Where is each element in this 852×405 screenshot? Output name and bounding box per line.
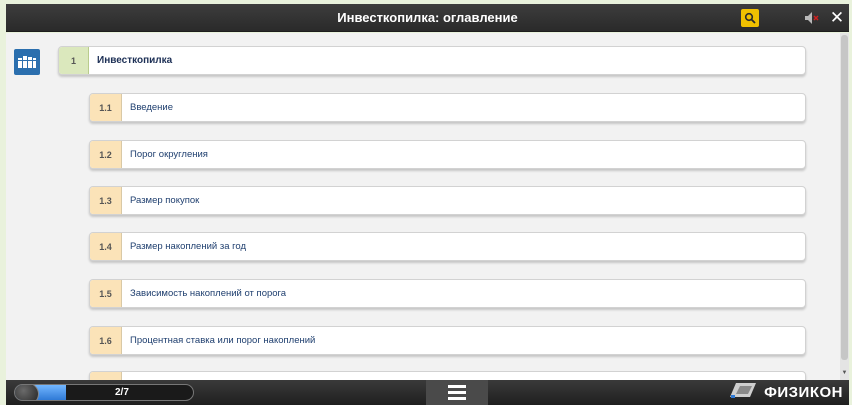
section-number: 1.6 — [90, 327, 122, 354]
app-window: Инвесткопилка: оглавление ✕ 1 Инвесткопи… — [0, 0, 852, 405]
search-icon — [744, 12, 756, 24]
section-number: 1.4 — [90, 233, 122, 260]
section-title: Размер накоплений за год — [130, 241, 246, 252]
toc-section-item[interactable]: 1.6 Процентная ставка или порог накоплен… — [89, 326, 806, 355]
toc-section-item[interactable] — [89, 371, 806, 380]
section-number: 1.5 — [90, 280, 122, 307]
bottom-toolbar: 2/7 ФИЗИКОН — [6, 380, 849, 405]
section-number — [90, 372, 122, 380]
vertical-scrollbar[interactable]: ▼ — [840, 33, 849, 380]
sound-button[interactable] — [803, 9, 821, 27]
section-number: 1.1 — [90, 94, 122, 121]
menu-button[interactable] — [426, 380, 488, 405]
brand-name: ФИЗИКОН — [764, 384, 843, 401]
progress-bar[interactable]: 2/7 — [14, 384, 194, 401]
chapter-title: Инвесткопилка — [97, 55, 173, 66]
close-button[interactable]: ✕ — [828, 8, 846, 27]
toc-panel: 1 Инвесткопилка 1.1 Введение 1.2 Порог о… — [6, 33, 849, 380]
title-bar: Инвесткопилка: оглавление ✕ — [6, 4, 849, 32]
menu-icon — [448, 385, 466, 388]
toc-section-item[interactable]: 1.1 Введение — [89, 93, 806, 122]
toc-section-item[interactable]: 1.5 Зависимость накоплений от порога — [89, 279, 806, 308]
book-icon — [14, 49, 40, 75]
section-title: Зависимость накоплений от порога — [130, 288, 287, 299]
progress-knob[interactable] — [15, 385, 39, 400]
physicon-logo-icon — [728, 381, 758, 404]
toc-section-item[interactable]: 1.2 Порог округления — [89, 140, 806, 169]
scrollbar-thumb[interactable] — [841, 35, 848, 360]
page-title: Инвесткопилка: оглавление — [337, 10, 518, 25]
chapter-number: 1 — [59, 47, 89, 74]
toc-section-item[interactable]: 1.4 Размер накоплений за год — [89, 232, 806, 261]
section-number: 1.3 — [90, 187, 122, 214]
sound-muted-icon — [805, 12, 819, 24]
search-button[interactable] — [741, 9, 759, 27]
progress-text: 2/7 — [115, 387, 129, 398]
close-icon: ✕ — [829, 8, 845, 27]
toc-chapter-item[interactable]: 1 Инвесткопилка — [58, 46, 806, 75]
section-title: Процентная ставка или порог накоплений — [130, 335, 316, 346]
section-title: Введение — [130, 102, 174, 113]
scroll-down-arrow-icon[interactable]: ▼ — [840, 370, 849, 376]
section-number: 1.2 — [90, 141, 122, 168]
brand: ФИЗИКОН — [728, 380, 843, 405]
toc-section-item[interactable]: 1.3 Размер покупок — [89, 186, 806, 215]
section-title: Порог округления — [130, 149, 208, 160]
section-title: Размер покупок — [130, 195, 200, 206]
